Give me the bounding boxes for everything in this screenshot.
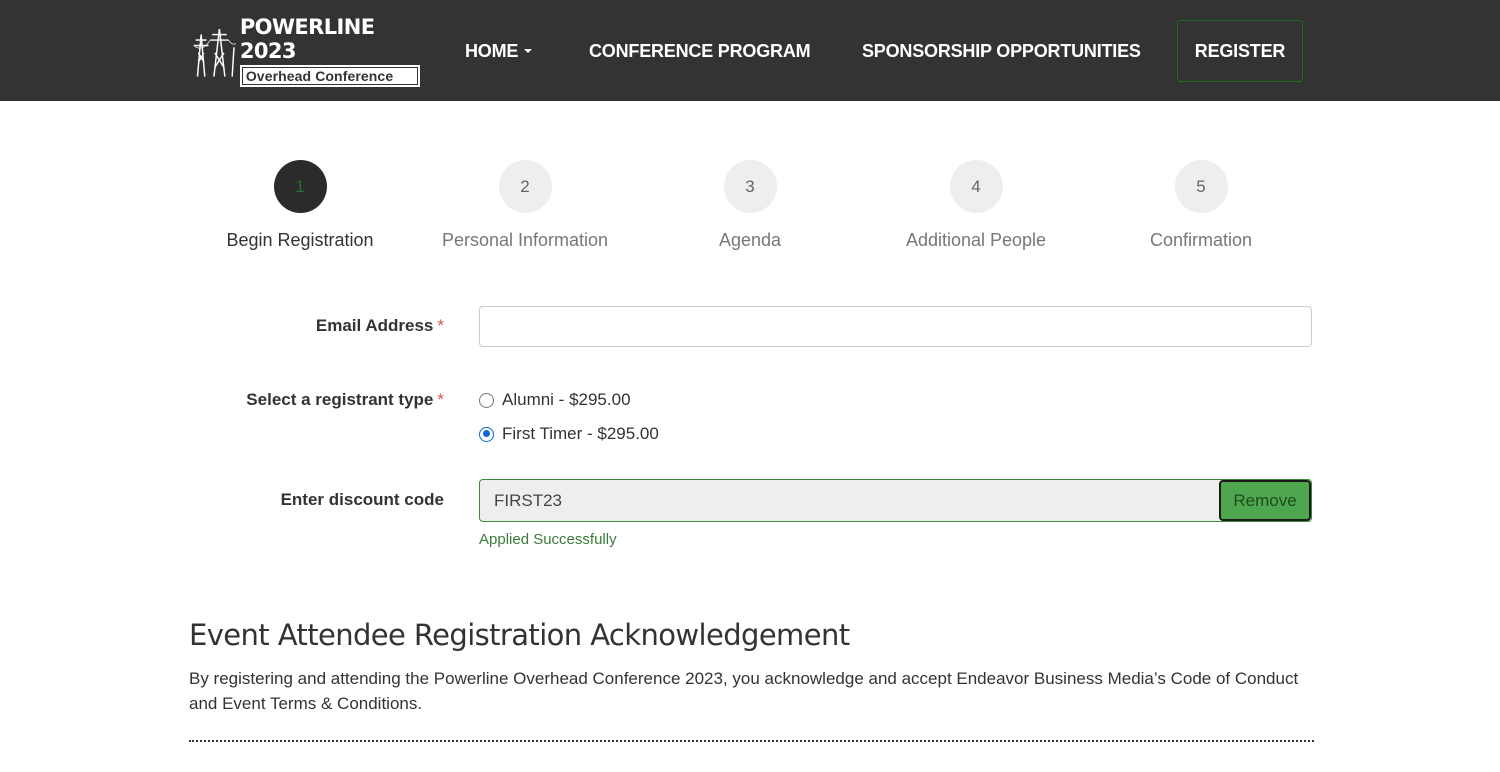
step-label: Confirmation	[1149, 230, 1253, 250]
radio-button-selected[interactable]	[479, 426, 494, 442]
discount-code-value[interactable]: FIRST23	[480, 480, 1219, 521]
email-input[interactable]	[479, 306, 1312, 347]
chevron-down-icon	[524, 48, 533, 53]
nav-conference-program[interactable]: CONFERENCE PROGRAM	[589, 38, 811, 64]
step-number: 2	[498, 160, 552, 213]
acknowledgement-title: Event Attendee Registration Acknowledgem…	[189, 618, 850, 652]
step-additional-people: 4 Additional People	[861, 160, 1091, 252]
step-personal-information: 2 Personal Information	[410, 160, 640, 252]
remove-discount-button[interactable]: Remove	[1219, 480, 1311, 521]
radio-alumni[interactable]: Alumni - $295.00	[479, 390, 631, 410]
radio-alumni-label: Alumni - $295.00	[502, 390, 631, 409]
email-label-text: Email Address	[315, 316, 434, 335]
nav-home-label: HOME	[465, 41, 519, 61]
acknowledgement-text: By registering and attending the Powerli…	[189, 669, 1299, 713]
step-number: 1	[273, 160, 327, 213]
step-label: Begin Registration	[226, 230, 374, 250]
register-button[interactable]: REGISTER	[1177, 20, 1303, 82]
registrant-type-label-text: Select a registrant type	[246, 390, 434, 409]
step-confirmation: 5 Confirmation	[1086, 160, 1316, 252]
discount-code-label: Enter discount code	[280, 490, 444, 509]
powerline-logo[interactable]: POWERLINE 2023 Overhead Conference	[192, 15, 420, 87]
step-agenda: 3 Agenda	[635, 160, 865, 252]
step-label: Additional People	[905, 230, 1047, 250]
required-asterisk: *	[437, 390, 444, 409]
required-asterisk: *	[437, 316, 444, 335]
discount-code-field[interactable]: FIRST23 Remove	[479, 479, 1312, 522]
step-label: Personal Information	[441, 230, 609, 250]
step-number: 5	[1174, 160, 1228, 213]
registrant-type-label: Select a registrant type *	[246, 390, 444, 410]
step-number: 3	[723, 160, 777, 213]
nav-home[interactable]: HOME	[465, 38, 533, 64]
step-label: Agenda	[718, 230, 782, 250]
logo-subtitle: Overhead Conference	[239, 65, 420, 87]
radio-first-timer-label: First Timer - $295.00	[502, 424, 659, 443]
dotted-divider	[189, 740, 1314, 742]
step-number: 4	[949, 160, 1003, 213]
discount-applied-message: Applied Successfully	[479, 531, 617, 548]
power-tower-icon	[193, 29, 236, 77]
logo-title: POWERLINE 2023	[239, 15, 375, 63]
radio-first-timer[interactable]: First Timer - $295.00	[479, 424, 659, 444]
step-begin-registration: 1 Begin Registration	[185, 160, 415, 252]
nav-sponsorship-opportunities[interactable]: SPONSORSHIP OPPORTUNITIES	[862, 38, 1141, 64]
email-label: Email Address *	[316, 316, 444, 336]
top-navigation-bar: POWERLINE 2023 Overhead Conference HOME …	[0, 0, 1500, 101]
radio-button[interactable]	[479, 392, 494, 408]
